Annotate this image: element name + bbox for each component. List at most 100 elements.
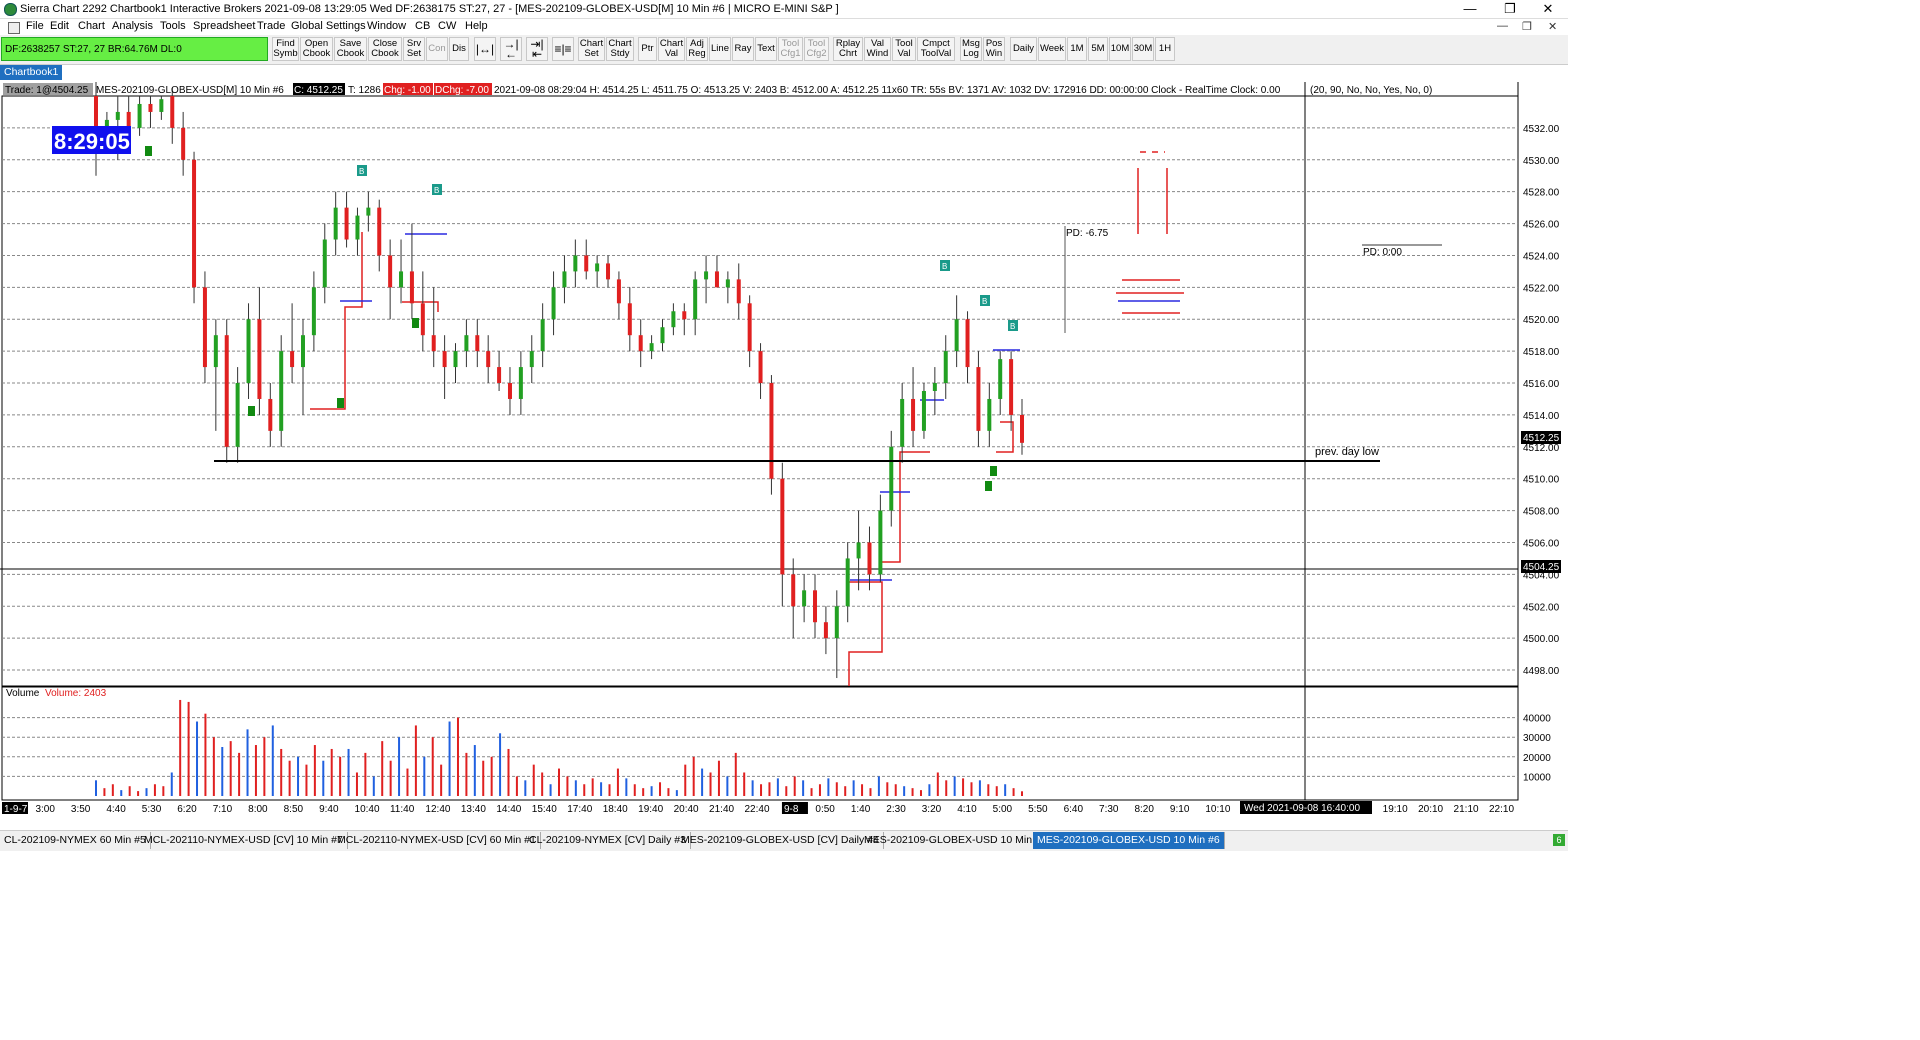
- toolbar-button-close-cbook[interactable]: Close Cbook: [368, 37, 402, 61]
- toolbar-button-srv-set[interactable]: Srv Set: [403, 37, 425, 61]
- toolbar-button-30m[interactable]: 30M: [1132, 37, 1154, 61]
- toolbar-button-tool-cfg2[interactable]: Tool Cfg2: [804, 37, 829, 61]
- menu-chart[interactable]: Chart: [78, 20, 105, 32]
- current-price-badge: 4512.25: [1523, 433, 1560, 444]
- menu-edit[interactable]: Edit: [50, 20, 69, 32]
- toolbar-button-1h[interactable]: 1H: [1155, 37, 1175, 61]
- volume-bar: [153, 784, 156, 796]
- volume-bar: [246, 729, 249, 796]
- toolbar-button-tool-cfg1[interactable]: Tool Cfg1: [778, 37, 803, 61]
- toolbar-button-val-wind[interactable]: Val Wind: [864, 37, 891, 61]
- menu-spreadsheet[interactable]: Spreadsheet: [193, 20, 255, 32]
- toolbar-button-ray[interactable]: Ray: [732, 37, 754, 61]
- toolbar-button-dis[interactable]: Dis: [449, 37, 469, 61]
- toolbar-button-tool-val[interactable]: Tool Val: [892, 37, 916, 61]
- toolbar-button-find-symb[interactable]: Find Symb: [272, 37, 299, 61]
- toolbar-button-cmpct-toolval[interactable]: Cmpct ToolVal: [917, 37, 955, 61]
- menu-cb[interactable]: CB: [415, 20, 430, 32]
- toolbar-button-pos-win[interactable]: Pos Win: [983, 37, 1005, 61]
- close-window-button[interactable]: ✕: [1528, 0, 1568, 18]
- volume-bar: [667, 788, 670, 796]
- time-tick-label: 21:10: [1454, 804, 1479, 815]
- volume-bar: [608, 784, 611, 796]
- study-overlays: B B B B B: [145, 146, 1020, 686]
- candle-body: [159, 99, 164, 112]
- menu-analysis[interactable]: Analysis: [112, 20, 153, 32]
- tab-mes-10min-active[interactable]: MES-202109-GLOBEX-USD 10 Min #6: [1033, 832, 1225, 849]
- volume-bar: [330, 748, 333, 796]
- toolbar-button-chart-set[interactable]: Chart Set: [578, 37, 605, 61]
- dchg-badge: DChg: -7.00: [435, 85, 489, 96]
- toolbar-button-save-cbook[interactable]: Save Cbook: [334, 37, 367, 61]
- toolbar-button-adj-reg[interactable]: Adj Reg: [686, 37, 708, 61]
- maximize-button[interactable]: ❐: [1490, 0, 1530, 18]
- stop-trail-line: [402, 301, 439, 312]
- volume-bar: [305, 764, 308, 796]
- menu-window[interactable]: Window: [367, 20, 406, 32]
- menu-tools[interactable]: Tools: [160, 20, 186, 32]
- menu-trade[interactable]: Trade: [257, 20, 285, 32]
- toolbar-button-open-cbook[interactable]: Open Cbook: [300, 37, 333, 61]
- toolbar-button-10m[interactable]: 10M: [1109, 37, 1131, 61]
- volume-bar: [625, 778, 628, 796]
- volume-bars: 40000 30000 20000 10000: [1, 686, 1551, 801]
- volume-bar: [886, 782, 889, 796]
- price-chart[interactable]: B B B B B 40000 30000 20000 10000 4532.00 4530.0…: [0, 82, 1568, 830]
- toolbar-button-[interactable]: |↔|: [474, 37, 496, 61]
- toolbar-button-daily[interactable]: Daily: [1010, 37, 1037, 61]
- toolbar-button-5m[interactable]: 5M: [1088, 37, 1108, 61]
- candle-body: [1009, 359, 1014, 415]
- volume-bar: [852, 780, 855, 796]
- menu-help[interactable]: Help: [465, 20, 488, 32]
- candle-body: [300, 335, 305, 368]
- candle-body: [409, 271, 414, 304]
- volume-bar: [423, 756, 426, 796]
- candle-body: [965, 319, 970, 368]
- tab-cl-60min[interactable]: CL-202109-NYMEX 60 Min #5: [0, 832, 151, 849]
- tab-cl-daily[interactable]: CL-202109-NYMEX [CV] Daily #3: [525, 832, 691, 849]
- volume-bar: [137, 791, 140, 796]
- toolbar-button-ptr[interactable]: Ptr: [638, 37, 657, 61]
- tab-chartbook1[interactable]: Chartbook1: [0, 65, 63, 80]
- toolbar-button-1m[interactable]: 1M: [1067, 37, 1087, 61]
- toolbar-button-chart-stdy[interactable]: Chart Stdy: [606, 37, 634, 61]
- child-minimize-button[interactable]: —: [1497, 20, 1508, 32]
- child-close-button[interactable]: ✕: [1548, 20, 1557, 33]
- candle-body: [551, 287, 556, 320]
- menu-global-settings[interactable]: Global Settings: [291, 20, 366, 32]
- toolbar-button-[interactable]: ≡|≡: [552, 37, 574, 61]
- candle-body: [616, 279, 621, 304]
- candle-body: [529, 351, 534, 368]
- toolbar-button-msg-log[interactable]: Msg Log: [960, 37, 982, 61]
- volume-bar: [701, 768, 704, 796]
- toolbar-button-[interactable]: ⇥|⇤: [526, 37, 548, 61]
- tab-mcl-60min[interactable]: MCL-202110-NYMEX-USD [CV] 60 Min #1: [333, 832, 541, 849]
- toolbar-button-chart-val[interactable]: Chart Val: [658, 37, 685, 61]
- minimize-button[interactable]: —: [1450, 0, 1490, 18]
- menu-file[interactable]: File: [26, 20, 44, 32]
- candle-body: [660, 327, 665, 344]
- candle-body: [224, 335, 229, 447]
- menu-cw[interactable]: CW: [438, 20, 456, 32]
- document-icon: [8, 22, 20, 34]
- child-restore-button[interactable]: ❐: [1522, 20, 1532, 33]
- toolbar-button-text[interactable]: Text: [755, 37, 777, 61]
- volume-tick-label: 30000: [1523, 733, 1551, 744]
- toolbar-button-[interactable]: →|←: [500, 37, 522, 61]
- candle-body: [693, 279, 698, 320]
- tab-mes-cv-10min[interactable]: MES-202109-GLOBEX-USD 10 Min #9: [860, 832, 1052, 849]
- volume-bar: [650, 786, 653, 796]
- toolbar-button-week[interactable]: Week: [1038, 37, 1066, 61]
- buy-marker: [990, 466, 997, 476]
- cursor-time: Wed 2021-09-08 16:40:00: [1244, 803, 1360, 814]
- toolbar-button-line[interactable]: Line: [709, 37, 731, 61]
- candle-body: [682, 311, 687, 320]
- buy-marker: [985, 481, 992, 491]
- tab-mes-daily[interactable]: MES-202109-GLOBEX-USD [CV] Daily #4: [677, 832, 884, 849]
- volume-title: Volume: [6, 688, 40, 699]
- candle-body: [845, 558, 850, 607]
- tab-mcl-10min[interactable]: MCL-202110-NYMEX-USD [CV] 10 Min #7: [140, 832, 348, 849]
- toolbar-button-con[interactable]: Con: [426, 37, 448, 61]
- volume-bar: [187, 701, 190, 796]
- toolbar-button-rplay-chrt[interactable]: Rplay Chrt: [833, 37, 863, 61]
